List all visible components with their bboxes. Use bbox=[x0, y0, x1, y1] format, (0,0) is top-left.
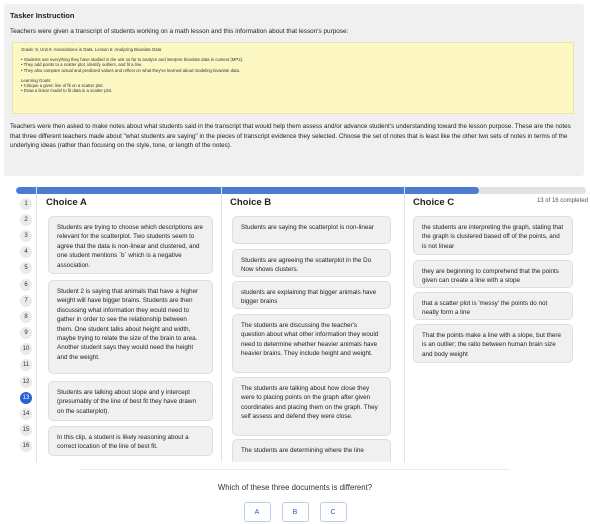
lesson-purpose-box: Grade: 8, Unit 6: Associations in Data, … bbox=[12, 42, 574, 114]
choice-b-note: Students are agreeing the scatterplot in… bbox=[232, 249, 391, 277]
line-number[interactable]: 6 bbox=[20, 279, 32, 291]
choice-c-note: that a scatter plot is 'messy' the point… bbox=[413, 292, 573, 320]
choice-b-note: students are explaining that bigger anim… bbox=[232, 281, 391, 309]
choice-a-note: Student 2 is saying that animals that ha… bbox=[48, 280, 213, 374]
line-number[interactable]: 4 bbox=[20, 246, 32, 258]
choice-a-note: In this clip, a student is likely reason… bbox=[48, 426, 213, 456]
line-number[interactable]: 8 bbox=[20, 311, 32, 323]
instruction-title: Tasker Instruction bbox=[10, 11, 75, 20]
choice-b-note: The students are discussing the teacher'… bbox=[232, 314, 391, 373]
line-number[interactable]: 1 bbox=[20, 198, 32, 210]
line-number[interactable]: 7 bbox=[20, 295, 32, 307]
line-number[interactable]: 2 bbox=[20, 214, 32, 226]
line-number[interactable]: 11 bbox=[20, 359, 32, 371]
choice-c-column: Choice C the students are interpreting t… bbox=[405, 186, 587, 462]
instruction-body: Teachers were then asked to make notes a… bbox=[10, 123, 571, 150]
choice-a-title: Choice A bbox=[46, 197, 87, 208]
question-text: Which of these three documents is differ… bbox=[217, 483, 373, 492]
choice-c-note: they are beginning to comprehend that th… bbox=[413, 260, 573, 288]
line-number[interactable]: 3 bbox=[20, 230, 32, 242]
question-separator bbox=[80, 469, 510, 470]
choice-b-note: The students are determining where the l… bbox=[232, 439, 391, 462]
choice-a-note: Students are talking about slope and y i… bbox=[48, 381, 213, 421]
choice-b-title: Choice B bbox=[230, 197, 272, 208]
choice-a-column: Choice A Students are trying to choose w… bbox=[38, 186, 220, 462]
choice-c-title: Choice C bbox=[413, 197, 455, 208]
answer-b-button[interactable]: B bbox=[281, 502, 309, 522]
line-number-active[interactable]: 13 bbox=[20, 392, 32, 404]
answer-c-button[interactable]: C bbox=[319, 502, 347, 522]
line-number[interactable]: 10 bbox=[20, 343, 32, 355]
column-divider bbox=[36, 186, 37, 462]
line-number[interactable]: 14 bbox=[20, 408, 32, 420]
choice-b-note: Students are saying the scatterplot is n… bbox=[232, 216, 391, 244]
choice-b-column: Choice B Students are saying the scatter… bbox=[222, 186, 403, 462]
instruction-panel: Tasker Instruction Teachers were given a… bbox=[4, 4, 584, 176]
goal-item: • Draw a linear model to fit data in a s… bbox=[21, 88, 113, 94]
answer-a-button[interactable]: A bbox=[243, 502, 271, 522]
line-number[interactable]: 5 bbox=[20, 262, 32, 274]
choice-c-note: the students are interpreting the graph,… bbox=[413, 216, 573, 255]
choice-c-note: That the points make a line with a slope… bbox=[413, 324, 573, 363]
line-number[interactable]: 15 bbox=[20, 424, 32, 436]
line-number[interactable]: 12 bbox=[20, 376, 32, 388]
answer-buttons: A B C bbox=[0, 502, 590, 522]
instruction-intro: Teachers were given a transcript of stud… bbox=[10, 28, 349, 35]
line-number[interactable]: 9 bbox=[20, 327, 32, 339]
choice-a-note: Students are trying to choose which desc… bbox=[48, 216, 213, 274]
choice-b-note: The students are talking about how close… bbox=[232, 377, 391, 436]
line-number[interactable]: 16 bbox=[20, 440, 32, 452]
